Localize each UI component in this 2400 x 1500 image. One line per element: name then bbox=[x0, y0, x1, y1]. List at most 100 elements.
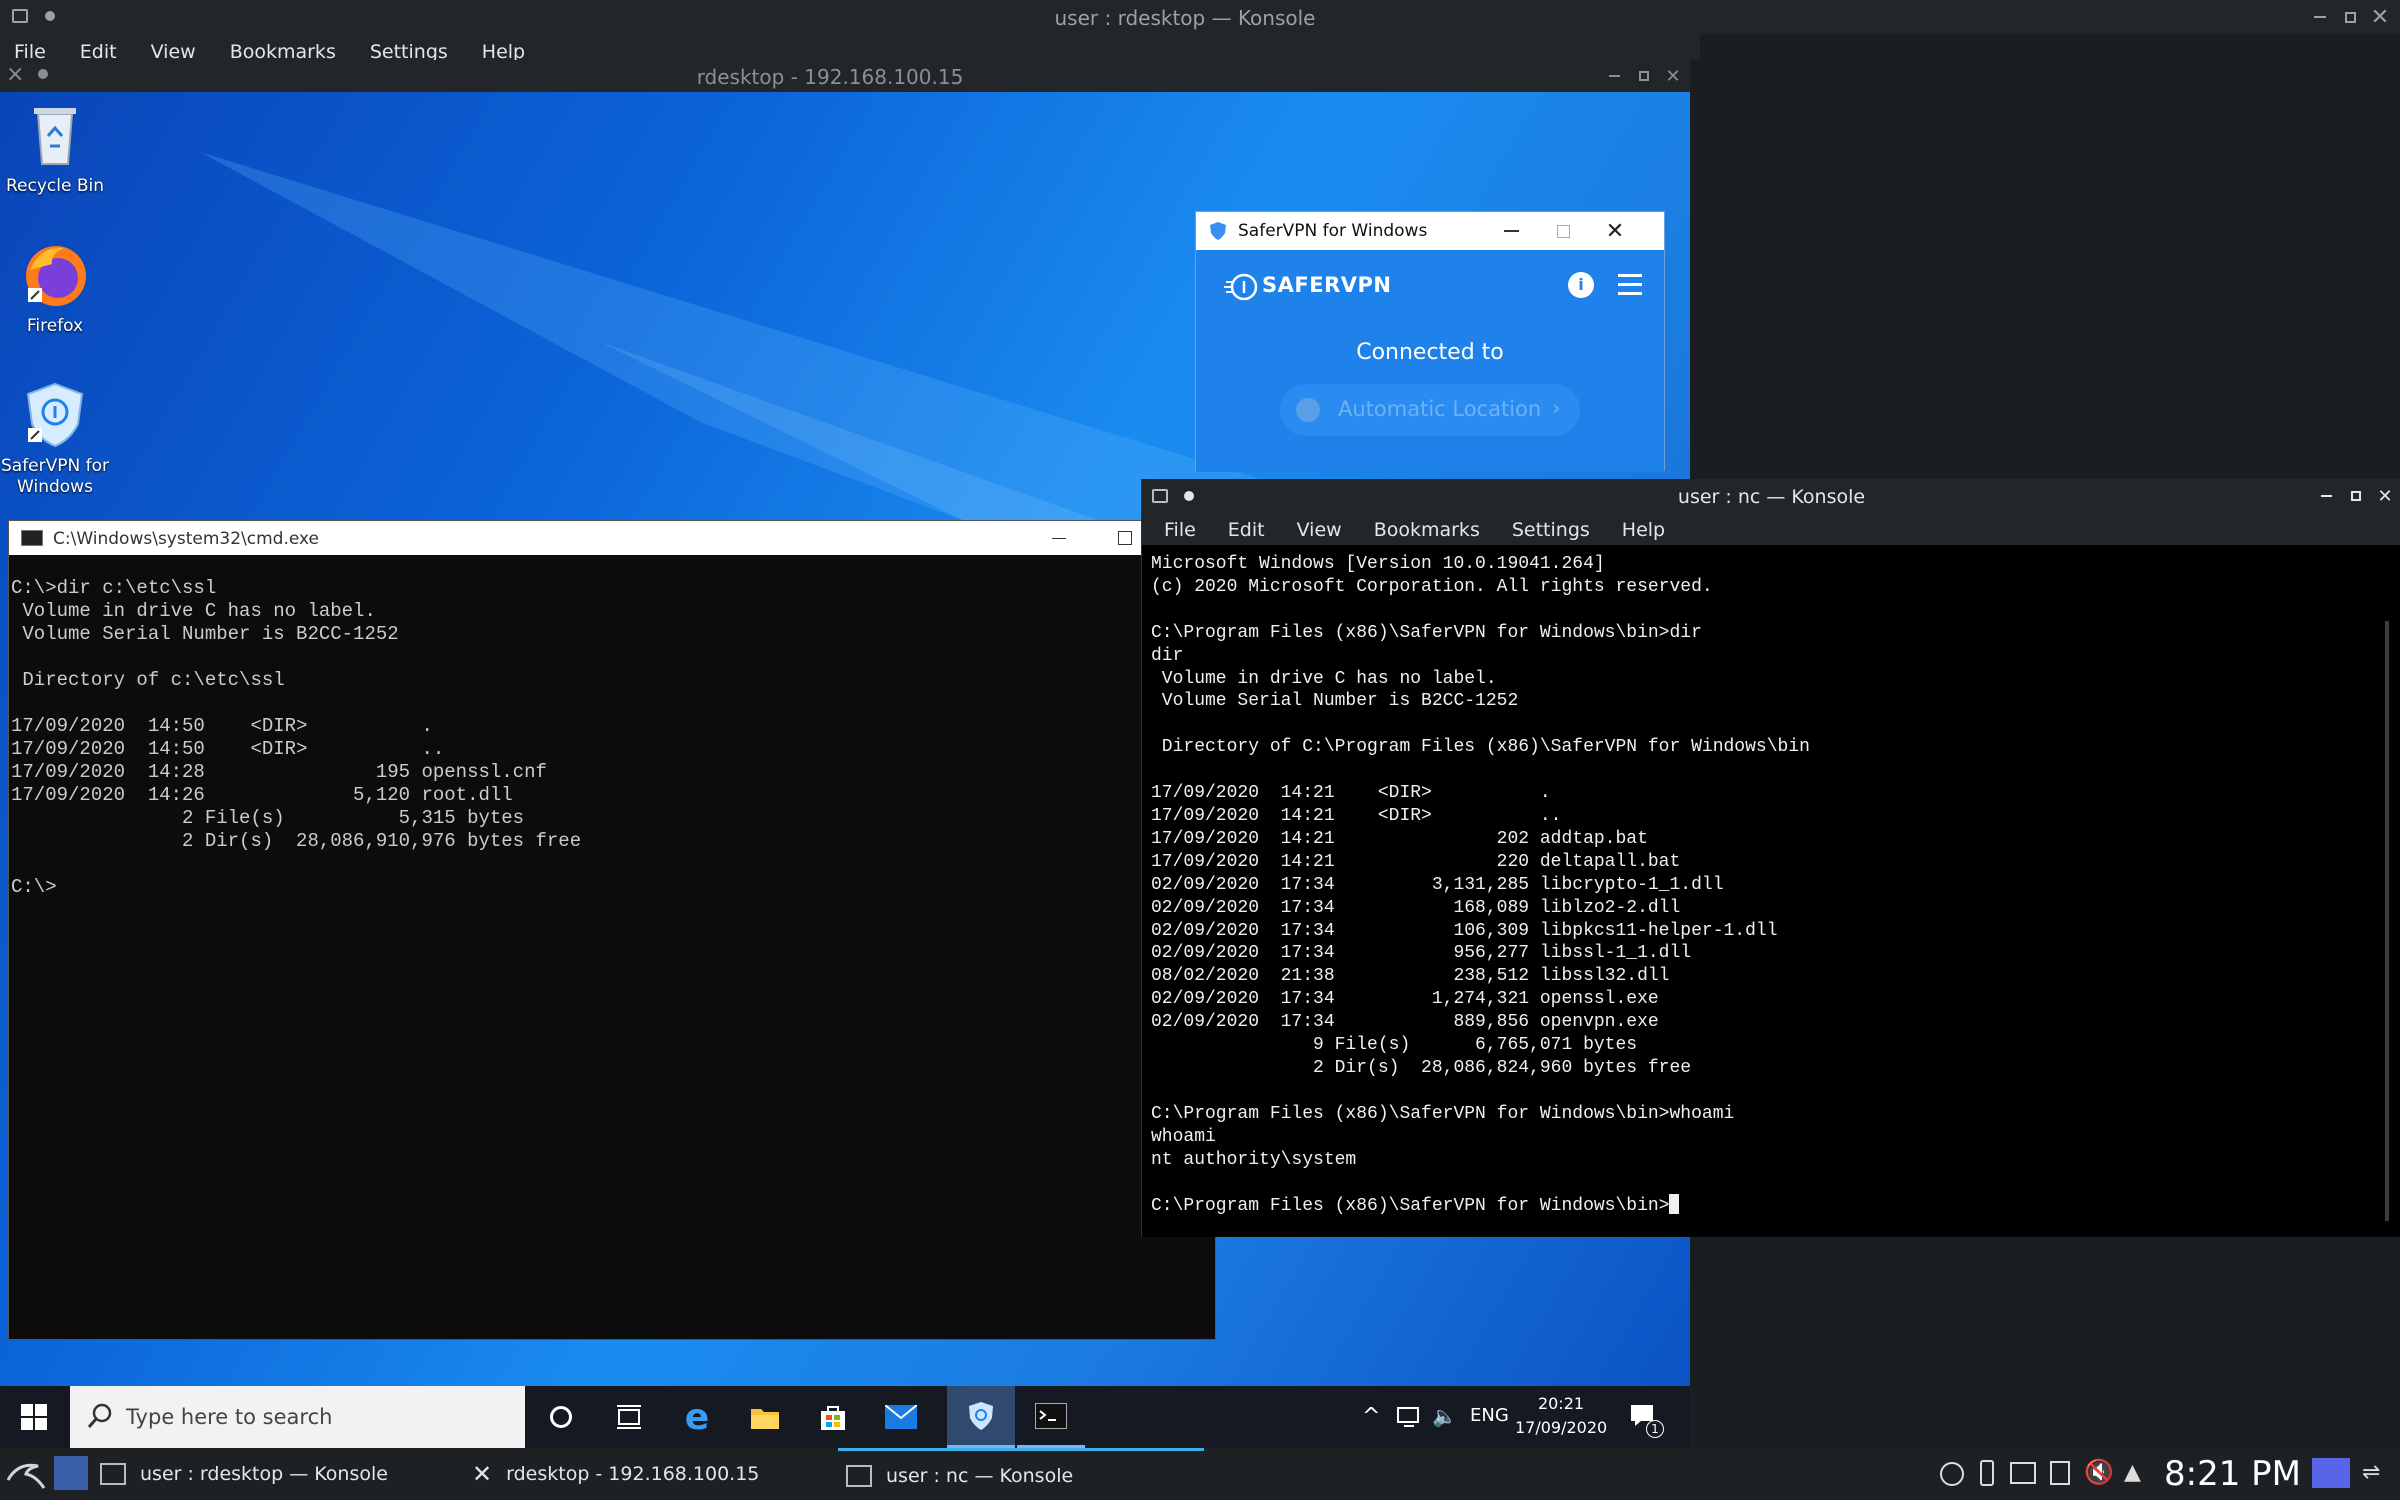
safervpn-logo-icon bbox=[1224, 270, 1258, 308]
clipboard-icon[interactable] bbox=[2050, 1461, 2070, 1485]
maximize-icon[interactable] bbox=[1538, 212, 1588, 250]
kde-task-rdesktop[interactable]: ✕ rdesktop - 192.168.100.15 bbox=[472, 1448, 834, 1500]
kde-panel: user : rdesktop — Konsole ✕ rdesktop - 1… bbox=[0, 1448, 2400, 1500]
menu-edit[interactable]: Edit bbox=[1228, 519, 1265, 541]
menu-view[interactable]: View bbox=[1297, 519, 1342, 541]
kde-clock[interactable]: 8:21 PM bbox=[2164, 1454, 2301, 1494]
nc-konsole-window: user : nc — Konsole ✕ File Edit View Bookma… bbox=[1141, 479, 2400, 1237]
safervpn-icon bbox=[20, 380, 90, 450]
cmd-taskbar-icon[interactable] bbox=[1017, 1386, 1085, 1448]
maximize-icon[interactable] bbox=[1630, 60, 1658, 92]
close-icon[interactable]: ✕ bbox=[1659, 60, 1687, 92]
rdesktop-x-icon: ✕ bbox=[472, 1460, 493, 1488]
minimize-icon[interactable] bbox=[1029, 521, 1089, 555]
menu-bookmarks[interactable]: Bookmarks bbox=[1374, 519, 1480, 541]
maximize-icon[interactable] bbox=[2335, 0, 2365, 34]
close-icon[interactable]: ✕ bbox=[2365, 0, 2395, 34]
pager-desktop-icon[interactable] bbox=[54, 1456, 88, 1490]
terminal-line: 02/09/2020 17:34 956,277 libssl-1_1.dll bbox=[1151, 943, 1692, 964]
cmd-output[interactable]: C:\>dir c:\etc\ssl Volume in drive C has… bbox=[9, 555, 1215, 1341]
tray-overflow-icon[interactable]: ^ bbox=[1362, 1404, 1380, 1429]
terminal-line: 17/09/2020 14:50 <DIR> . bbox=[11, 715, 433, 737]
outer-konsole-titlebar: user : rdesktop — Konsole ✕ bbox=[0, 0, 2400, 34]
task-view-icon[interactable] bbox=[595, 1386, 663, 1448]
terminal-line: nt authority\system bbox=[1151, 1149, 1357, 1170]
search-icon bbox=[86, 1402, 114, 1435]
updates-icon[interactable] bbox=[1940, 1462, 1964, 1486]
safervpn-titlebar: SaferVPN for Windows ✕ bbox=[1196, 212, 1664, 250]
terminal-line: 2 Dir(s) 28,086,910,976 bytes free bbox=[11, 830, 582, 852]
menu-help[interactable]: Help bbox=[1622, 519, 1665, 541]
cmd-titlebar: C:\Windows\system32\cmd.exe bbox=[9, 521, 1215, 555]
minimize-icon[interactable] bbox=[2305, 0, 2335, 34]
battery-icon[interactable] bbox=[1980, 1460, 1994, 1486]
terminal-line: 17/09/2020 14:26 5,120 root.dll bbox=[11, 784, 513, 806]
network-icon[interactable] bbox=[2010, 1462, 2036, 1484]
terminal-line: Directory of c:\etc\ssl bbox=[11, 669, 285, 691]
rdesktop-title: rdesktop - 192.168.100.15 bbox=[696, 65, 964, 89]
rdesktop-titlebar: × rdesktop - 192.168.100.15 ✕ bbox=[0, 60, 1690, 92]
taskbar-search-box[interactable]: Type here to search bbox=[70, 1386, 525, 1448]
maximize-icon[interactable] bbox=[2342, 479, 2370, 513]
close-icon[interactable]: ✕ bbox=[1590, 212, 1640, 250]
minimize-icon[interactable] bbox=[1600, 60, 1628, 92]
nc-scrollbar[interactable] bbox=[2385, 621, 2389, 1221]
kali-menu-icon[interactable] bbox=[6, 1458, 46, 1495]
mail-icon[interactable] bbox=[867, 1386, 935, 1448]
terminal-line: 02/09/2020 17:34 3,131,285 libcrypto-1_1… bbox=[1151, 874, 1724, 895]
desktop-icon-safervpn[interactable]: SaferVPN for Windows bbox=[0, 380, 110, 498]
terminal-line: 02/09/2020 17:34 106,309 libpkcs11-helpe… bbox=[1151, 920, 1778, 941]
volume-muted-icon[interactable]: 🔇 bbox=[2084, 1458, 2114, 1486]
location-label: Automatic Location bbox=[1338, 397, 1542, 421]
volume-icon[interactable]: 🔈 bbox=[1432, 1404, 1457, 1428]
safervpn-taskbar-icon[interactable] bbox=[947, 1386, 1015, 1448]
store-icon[interactable] bbox=[799, 1386, 867, 1448]
file-explorer-icon[interactable] bbox=[731, 1386, 799, 1448]
cmd-app-icon bbox=[21, 530, 43, 546]
location-selector[interactable]: Automatic Location › bbox=[1280, 384, 1580, 436]
tray-expand-icon[interactable]: ▲ bbox=[2124, 1460, 2141, 1485]
terminal-line: Volume Serial Number is B2CC-1252 bbox=[11, 623, 399, 645]
nc-terminal-output[interactable]: Microsoft Windows [Version 10.0.19041.26… bbox=[1142, 545, 2382, 1237]
network-icon[interactable] bbox=[1396, 1406, 1422, 1432]
kde-task-rdesktop-konsole[interactable]: user : rdesktop — Konsole bbox=[100, 1448, 462, 1500]
taskbar-date: 17/09/2020 bbox=[1515, 1418, 1608, 1437]
safervpn-small-icon bbox=[1208, 221, 1228, 246]
kde-task-label: user : rdesktop — Konsole bbox=[140, 1463, 388, 1485]
cortana-icon[interactable] bbox=[527, 1386, 595, 1448]
recycle-bin-icon bbox=[20, 100, 90, 170]
terminal-line: 2 Dir(s) 28,086,824,960 bytes free bbox=[1151, 1057, 1692, 1078]
menu-settings[interactable]: Settings bbox=[1512, 519, 1590, 541]
desktop-icon-label: Firefox bbox=[26, 316, 84, 336]
hamburger-menu-icon[interactable] bbox=[1618, 274, 1642, 295]
menu-file[interactable]: File bbox=[1164, 519, 1196, 541]
terminal-line: 17/09/2020 14:21 220 deltapall.bat bbox=[1151, 851, 1681, 872]
terminal-line: 9 File(s) 6,765,071 bytes bbox=[1151, 1035, 1638, 1056]
terminal-line: 02/09/2020 17:34 1,274,321 openssl.exe bbox=[1151, 989, 1659, 1010]
panel-settings-icon[interactable]: ⇌ bbox=[2362, 1460, 2380, 1485]
info-icon[interactable]: i bbox=[1568, 272, 1594, 298]
terminal-line: Volume Serial Number is B2CC-1252 bbox=[1151, 691, 1519, 712]
desktop-icon-firefox[interactable]: Firefox bbox=[0, 240, 110, 337]
terminal-line: 17/09/2020 14:21 202 addtap.bat bbox=[1151, 828, 1648, 849]
terminal-line: C:\Program Files (x86)\SaferVPN for Wind… bbox=[1151, 622, 1702, 643]
taskbar-clock[interactable]: 20:21 17/09/2020 bbox=[1515, 1392, 1607, 1440]
show-desktop-icon[interactable] bbox=[2312, 1458, 2350, 1488]
notification-badge: 1 bbox=[1646, 1420, 1664, 1438]
kde-task-nc-konsole[interactable]: user : nc — Konsole bbox=[838, 1448, 1204, 1500]
minimize-icon[interactable] bbox=[2312, 479, 2340, 513]
nc-konsole-titlebar: user : nc — Konsole ✕ bbox=[1142, 479, 2400, 513]
edge-icon[interactable]: e bbox=[663, 1386, 731, 1448]
minimize-icon[interactable] bbox=[1486, 212, 1536, 250]
terminal-line: 17/09/2020 14:21 <DIR> .. bbox=[1151, 805, 1562, 826]
tray-language[interactable]: ENG bbox=[1470, 1405, 1509, 1426]
close-icon[interactable]: ✕ bbox=[2371, 479, 2399, 513]
desktop-icon-recycle-bin[interactable]: Recycle Bin bbox=[0, 100, 110, 197]
windows-start-icon[interactable] bbox=[0, 1386, 68, 1448]
nc-konsole-title: user : nc — Konsole bbox=[1677, 486, 1866, 508]
